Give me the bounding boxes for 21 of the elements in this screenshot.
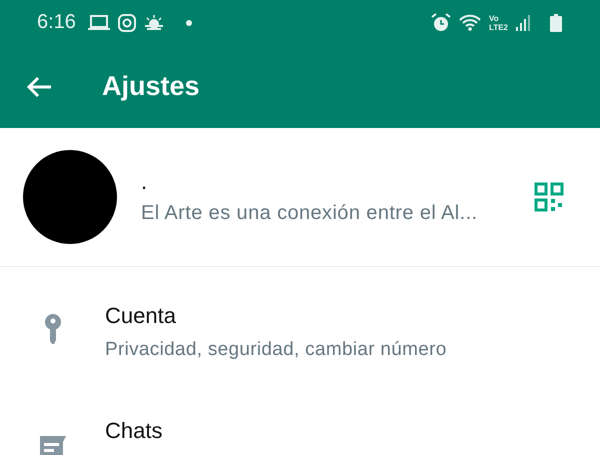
back-button[interactable] — [26, 76, 52, 98]
chat-icon — [38, 434, 68, 455]
status-time: 6:16 — [37, 11, 76, 34]
key-icon — [43, 313, 63, 347]
network-label: Vo LTE2 — [489, 14, 508, 32]
signal-icon — [516, 14, 532, 30]
alarm-icon — [431, 12, 452, 32]
dot-icon — [186, 20, 192, 26]
item-title: Cuenta — [105, 303, 177, 329]
qr-code-icon[interactable] — [534, 182, 564, 212]
item-title: Chats — [105, 418, 162, 444]
item-subtitle: Privacidad, seguridad, cambiar número — [105, 339, 447, 361]
camera-icon — [118, 14, 136, 32]
weather-icon — [144, 14, 164, 30]
battery-icon — [550, 14, 562, 32]
back-arrow-icon — [26, 76, 52, 98]
profile-status: El Arte es una conexión entre el Al... — [141, 202, 479, 224]
profile-name: . — [141, 170, 148, 194]
wifi-icon — [459, 14, 482, 32]
screen-title: Ajustes — [102, 71, 200, 102]
laptop-icon — [88, 14, 110, 30]
